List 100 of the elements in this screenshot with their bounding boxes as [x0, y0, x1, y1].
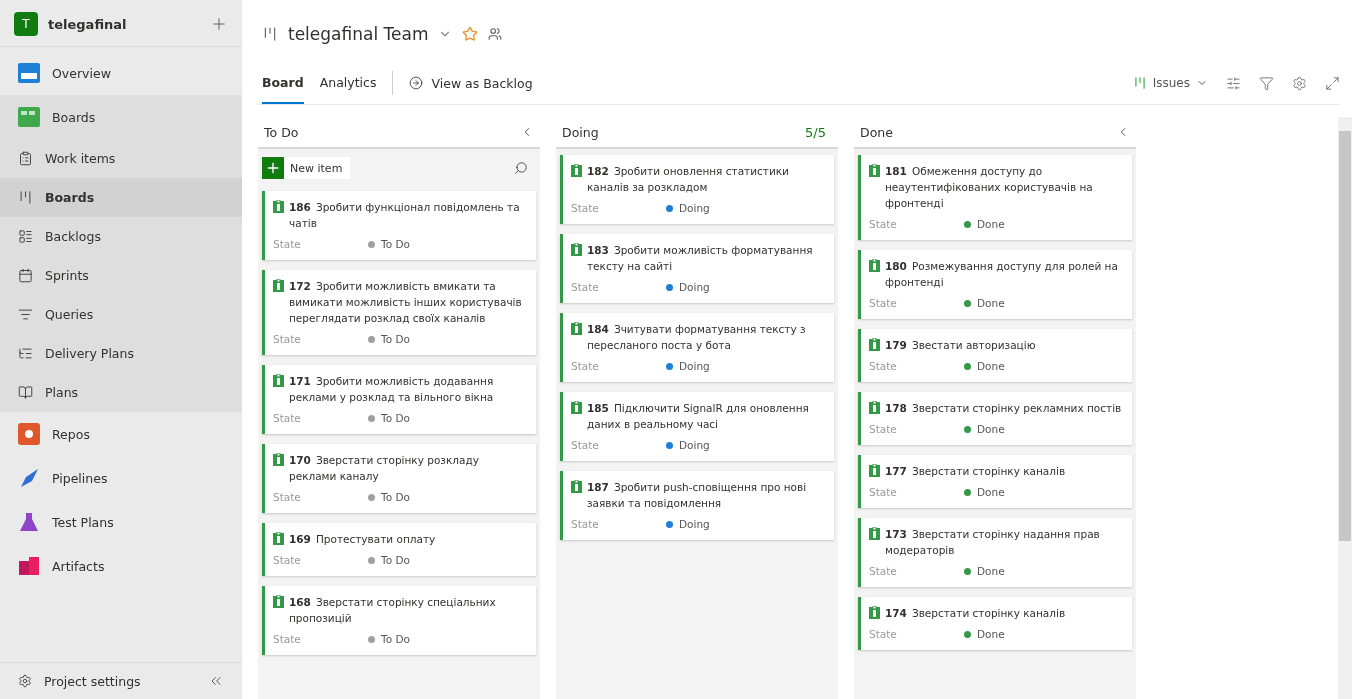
work-item-card[interactable]: 179 Звестати авторизацію State Done [858, 329, 1132, 382]
work-item-card[interactable]: 174 Зверстати сторінку каналів State Done [858, 597, 1132, 650]
sidebar-item[interactable]: Plans [0, 373, 242, 412]
add-icon[interactable] [210, 15, 228, 33]
scrollbar[interactable] [1338, 117, 1352, 699]
sidebar-label: Sprints [45, 268, 89, 283]
sidebar-item[interactable]: Work items [0, 139, 242, 178]
work-item-title: 187 Зробити push-сповіщення про нові заявки та повідомлення [587, 480, 808, 511]
work-item-title: 170 Зверстати сторінку розкладу реклами каналу [289, 453, 480, 484]
sidebar-item[interactable]: Repos [0, 412, 242, 456]
star-icon[interactable] [462, 26, 479, 42]
settings-icon [18, 674, 32, 688]
work-item-title: 184 Зчитувати форматування тексту з пересланого поста у бота [587, 322, 807, 353]
work-item-card[interactable]: 187 Зробити push-сповіщення про нові заявки та повідомлення State Doing [560, 471, 834, 540]
issue-icon [273, 595, 284, 608]
field-label: State [571, 202, 600, 214]
work-item-card[interactable]: 170 Зверстати сторінку розкладу реклами каналу State To Do [262, 444, 536, 513]
work-item-card[interactable]: 183 Зробити можливість форматування тексту на сайті State Doing [560, 234, 834, 303]
work-item-card[interactable]: 186 Зробити функціонал повідомлень та чатів State To Do [262, 191, 536, 260]
plus-icon [265, 160, 281, 176]
state-value: Doing [679, 439, 710, 451]
tab[interactable]: Analytics [319, 62, 377, 104]
work-item-card[interactable]: 168 Зверстати сторінку спеціальних пропозицій State To Do [262, 586, 536, 655]
state-value: Doing [679, 281, 710, 293]
sidebar-item[interactable]: Boards [0, 178, 242, 217]
view-as-backlog-link[interactable]: View as Backlog [409, 75, 533, 91]
state-value: Doing [679, 518, 710, 530]
sidebar-item[interactable]: Artifacts [0, 544, 242, 588]
work-item-title: 171 Зробити можливість додавання реклами у розклад та вільного вікна [289, 374, 495, 405]
field-label: State [273, 491, 302, 503]
people-icon[interactable] [488, 27, 503, 41]
sidebar-item[interactable]: Backlogs [0, 217, 242, 256]
work-item-card[interactable]: 181 Обмеження доступу до неаутентифікованих користувачів на фронтенді State Done [858, 155, 1132, 240]
field-label: State [571, 360, 600, 372]
new-item-button[interactable]: New item [262, 157, 351, 179]
sprint-icon [18, 268, 33, 283]
field-label: State [273, 633, 302, 645]
team-name[interactable]: telegafinal Team [288, 24, 429, 44]
tab[interactable]: Board [262, 62, 304, 104]
sidebar-label: Delivery Plans [45, 346, 134, 361]
field-label: State [869, 218, 898, 230]
delivery-plan-icon [18, 346, 33, 361]
work-item-title: 180 Розмежування доступу для ролей на фронтенді [885, 259, 1119, 290]
field-label: State [869, 297, 898, 309]
field-label: State [869, 565, 898, 577]
work-item-card[interactable]: 182 Зробити оновлення статистики каналів за розкладом State Doing [560, 155, 834, 224]
search-icon[interactable] [514, 161, 528, 175]
work-item-card[interactable]: 178 Зверстати сторінку рекламних постів State Done [858, 392, 1132, 445]
work-item-card[interactable]: 177 Зверстати сторінку каналів State Done [858, 455, 1132, 508]
sidebar-item[interactable]: Test Plans [0, 500, 242, 544]
work-item-card[interactable]: 172 Зробити можливість вмикати та вимикати можливість інших користувачів переглядати розклад своїх каналів State To Do [262, 270, 536, 355]
clipboard-icon [18, 151, 33, 166]
issue-icon [273, 200, 284, 213]
issue-icon [869, 464, 880, 477]
work-item-title: 174 Зверстати сторінку каналів [885, 606, 1067, 621]
expand-icon[interactable] [1325, 75, 1340, 91]
sidebar-item[interactable]: Sprints [0, 256, 242, 295]
wip-count: 5/5 [805, 124, 826, 140]
field-label: State [869, 423, 898, 435]
field-label: State [869, 360, 898, 372]
work-item-card[interactable]: 185 Підключити SignalR для оновлення даних в реальному часі State Doing [560, 392, 834, 461]
work-item-title: 181 Обмеження доступу до неаутентифікованих користувачів на фронтенді [885, 164, 1094, 211]
work-item-card[interactable]: 169 Протестувати оплату State To Do [262, 523, 536, 576]
state-value: Done [977, 486, 1005, 498]
flask-icon [18, 511, 40, 533]
issue-icon [571, 322, 582, 335]
work-item-card[interactable]: 180 Розмежування доступу для ролей на фронтенді State Done [858, 250, 1132, 319]
work-item-title: 168 Зверстати сторінку спеціальних пропозицій [289, 595, 497, 626]
field-label: State [273, 333, 302, 345]
sidebar-item[interactable]: Delivery Plans [0, 334, 242, 373]
work-item-title: 178 Зверстати сторінку рекламних постів [885, 401, 1123, 416]
field-label: State [273, 554, 302, 566]
backlog-level-dropdown[interactable]: Issues [1132, 76, 1208, 90]
state-value: Done [977, 297, 1005, 309]
work-item-card[interactable]: 173 Зверстати сторінку надання прав модераторів State Done [858, 518, 1132, 587]
filter-icon[interactable] [1259, 75, 1274, 91]
settings-icon[interactable] [1292, 75, 1307, 91]
work-item-card[interactable]: 171 Зробити можливість додавання реклами у розклад та вільного вікна State To Do [262, 365, 536, 434]
sidebar-label: Repos [52, 426, 90, 442]
sidebar-item[interactable]: Pipelines [0, 456, 242, 500]
sidebar-item[interactable]: Boards [0, 95, 242, 139]
sidebar-label: Queries [45, 307, 94, 322]
sidebar-label: Boards [45, 190, 95, 205]
work-item-card[interactable]: 184 Зчитувати форматування тексту з пересланого поста у бота State Doing [560, 313, 834, 382]
issue-icon [869, 259, 880, 272]
board-icon [1132, 76, 1147, 90]
issue-icon [273, 532, 284, 545]
work-item-title: 173 Зверстати сторінку надання прав модераторів [885, 527, 1101, 558]
state-value: To Do [381, 333, 410, 345]
issue-icon [571, 401, 582, 414]
sidebar-label: Boards [52, 109, 96, 125]
sidebar-item[interactable]: Queries [0, 295, 242, 334]
sidebar-item[interactable]: Overview [0, 51, 242, 95]
project-settings-link[interactable]: Project settings [44, 673, 196, 689]
state-value: Done [977, 423, 1005, 435]
sidebar-label: Test Plans [52, 514, 114, 530]
query-icon [18, 307, 33, 322]
arrow-circle-icon [409, 76, 424, 90]
sidebar-label: Artifacts [52, 558, 105, 574]
settings-sliders-icon[interactable] [1226, 75, 1241, 91]
